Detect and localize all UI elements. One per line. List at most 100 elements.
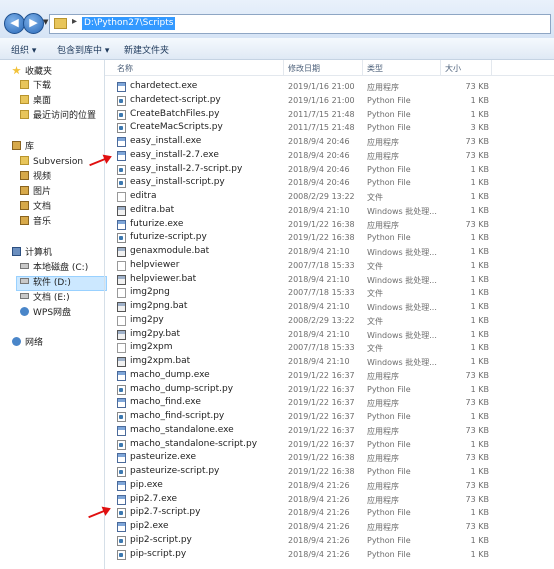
file-size: 73 KB	[465, 480, 489, 490]
file-name: pasteurize.exe	[130, 452, 196, 463]
nav-recent[interactable]: 最近访问的位置	[20, 110, 96, 123]
bat-file-icon	[117, 329, 126, 340]
file-row[interactable]: macho_find.exe 2019/1/22 16:37 应用程序 73 KB	[105, 396, 554, 410]
cloud-drive-icon	[20, 307, 29, 316]
nav-wps[interactable]: WPS网盘	[20, 307, 71, 320]
file-date: 2007/7/18 15:33	[288, 343, 355, 353]
file-row[interactable]: easy_install-2.7.exe 2018/9/4 20:46 应用程序 73…	[105, 149, 554, 163]
file-row[interactable]: img2xpm 2007/7/18 15:33 文件 1 KB	[105, 341, 554, 355]
file-size: 1 KB	[470, 274, 489, 284]
file-row[interactable]: futurize-script.py 2019/1/22 16:38 Python …	[105, 231, 554, 245]
file-row[interactable]: macho_standalone-script.py 2019/1/22 16:3…	[105, 438, 554, 452]
file-row[interactable]: macho_dump-script.py 2019/1/22 16:37 Pytho…	[105, 383, 554, 397]
file-row[interactable]: easy_install.exe 2018/9/4 20:46 应用程序 73 KB	[105, 135, 554, 149]
file-row[interactable]: img2py.bat 2018/9/4 21:10 Windows 批处理... 1 …	[105, 328, 554, 342]
file-size: 1 KB	[470, 357, 489, 366]
address-path-text[interactable]: D:\Python27\Scripts	[82, 17, 176, 30]
nav-drive-e[interactable]: 文档 (E:)	[20, 292, 70, 305]
file-type: 应用程序	[367, 138, 399, 147]
file-type: Windows 批处理...	[367, 330, 437, 340]
organize-button[interactable]: 组织 ▾	[11, 43, 36, 56]
column-header-type[interactable]: 类型	[367, 63, 383, 74]
file-row[interactable]: img2py 2008/2/29 13:22 文件 1 KB	[105, 314, 554, 328]
file-row[interactable]: pasteurize.exe 2019/1/22 16:38 应用程序 73 KB	[105, 451, 554, 465]
nav-videos[interactable]: 视频	[20, 171, 51, 184]
file-type: Python File	[367, 439, 411, 449]
file-row[interactable]: CreateMacScripts.py 2011/7/15 21:48 Python…	[105, 121, 554, 135]
nav-favorites[interactable]: 收藏夹	[12, 66, 52, 79]
exe-file-icon	[117, 494, 126, 505]
file-row[interactable]: CreateBatchFiles.py 2011/7/15 21:48 Python…	[105, 108, 554, 122]
star-icon	[12, 66, 21, 75]
file-row[interactable]: genaxmodule.bat 2018/9/4 21:10 Windows 批处理…	[105, 245, 554, 259]
file-size: 1 KB	[470, 302, 489, 311]
nav-videos-label: 视频	[33, 172, 52, 182]
file-list-pane: 名称 修改日期 类型 大小 chardetect.exe 2019/1/16 21…	[105, 60, 554, 569]
nav-downloads[interactable]: 下载	[20, 80, 51, 93]
nav-subversion[interactable]: Subversion	[20, 156, 83, 169]
file-size: 1 KB	[470, 247, 489, 256]
file-row[interactable]: img2xpm.bat 2018/9/4 21:10 Windows 批处理... 1…	[105, 355, 554, 369]
file-date: 2018/9/4 21:26	[288, 508, 350, 518]
file-row[interactable]: helpviewer.bat 2018/9/4 21:10 Windows 批处理.…	[105, 273, 554, 287]
nav-music[interactable]: 音乐	[20, 216, 51, 229]
file-type: 文件	[367, 316, 383, 326]
new-folder-button[interactable]: 新建文件夹	[124, 43, 169, 56]
file-name: easy_install-2.7.exe	[130, 149, 219, 160]
recent-pages-dropdown[interactable]: ▼	[43, 18, 48, 26]
file-file-icon	[117, 192, 126, 202]
column-separator[interactable]	[362, 60, 363, 75]
file-row[interactable]: helpviewer 2007/7/18 15:33 文件 1 KB	[105, 259, 554, 273]
nav-documents[interactable]: 文档	[20, 201, 51, 214]
nav-libraries[interactable]: 库	[12, 141, 34, 154]
file-name: easy_install.exe	[130, 136, 202, 146]
nav-network[interactable]: 网络	[12, 337, 43, 350]
forward-button[interactable]: ▶	[23, 13, 44, 34]
column-header-size[interactable]: 大小	[445, 63, 461, 74]
column-separator[interactable]	[440, 60, 441, 75]
file-row[interactable]: editra 2008/2/29 13:22 文件 1 KB	[105, 190, 554, 204]
column-separator[interactable]	[283, 60, 284, 75]
nav-drive-d[interactable]: 软件 (D:)	[16, 276, 107, 291]
file-size: 73 KB	[465, 150, 489, 160]
file-file-icon	[117, 288, 126, 299]
file-name: futurize-script.py	[130, 232, 207, 243]
file-name: helpviewer.bat	[130, 273, 197, 284]
file-row[interactable]: macho_find-script.py 2019/1/22 16:37 Pytho…	[105, 410, 554, 424]
file-date: 2019/1/22 16:38	[288, 453, 355, 463]
column-separator[interactable]	[491, 60, 492, 75]
file-row[interactable]: easy_install-script.py 2018/9/4 20:46 Pyth…	[105, 176, 554, 190]
file-row[interactable]: editra.bat 2018/9/4 21:10 Windows 批处理... 1 …	[105, 204, 554, 218]
file-row[interactable]: chardetect-script.py 2019/1/16 21:00 Pytho…	[105, 94, 554, 108]
column-header-date[interactable]: 修改日期	[288, 63, 320, 74]
file-row[interactable]: pip2.7-script.py 2018/9/4 21:26 Python Fil…	[105, 506, 554, 520]
file-row[interactable]: easy_install-2.7-script.py 2018/9/4 20:46…	[105, 163, 554, 177]
column-header-name[interactable]: 名称	[117, 63, 133, 74]
file-row[interactable]: futurize.exe 2019/1/22 16:38 应用程序 73 KB	[105, 218, 554, 232]
back-button[interactable]: ◀	[4, 13, 25, 34]
include-in-library-button[interactable]: 包含到库中 ▾	[57, 43, 109, 56]
file-size: 3 KB	[470, 123, 489, 133]
nav-network-label: 网络	[25, 338, 44, 348]
file-row[interactable]: img2png 2007/7/18 15:33 文件 1 KB	[105, 286, 554, 300]
nav-drive-c[interactable]: 本地磁盘 (C:)	[20, 262, 88, 275]
file-row[interactable]: chardetect.exe 2019/1/16 21:00 应用程序 73 KB	[105, 80, 554, 94]
nav-pictures[interactable]: 图片	[20, 186, 51, 199]
file-row[interactable]: img2png.bat 2018/9/4 21:10 Windows 批处理... 1…	[105, 300, 554, 314]
address-input[interactable]: ▸ D:\Python27\Scripts	[49, 14, 551, 34]
file-row[interactable]: macho_dump.exe 2019/1/22 16:37 应用程序 73 KB	[105, 369, 554, 383]
file-name: pip.exe	[130, 479, 163, 490]
file-row[interactable]: macho_standalone.exe 2019/1/22 16:37 应用程序 7…	[105, 424, 554, 438]
file-row[interactable]: pip.exe 2018/9/4 21:26 应用程序 73 KB	[105, 479, 554, 493]
file-row[interactable]: pip2-script.py 2018/9/4 21:26 Python File 1…	[105, 534, 554, 548]
file-row[interactable]: pasteurize-script.py 2019/1/22 16:38 Pytho…	[105, 465, 554, 479]
nav-desktop[interactable]: 桌面	[20, 95, 51, 108]
nav-computer[interactable]: 计算机	[12, 247, 52, 260]
file-row[interactable]: pip-script.py 2018/9/4 21:26 Python File 1 …	[105, 548, 554, 562]
file-row[interactable]: pip2.7.exe 2018/9/4 21:26 应用程序 73 KB	[105, 493, 554, 507]
file-type: Python File	[367, 508, 411, 518]
py-file-icon	[117, 412, 126, 422]
file-row[interactable]: pip2.exe 2018/9/4 21:26 应用程序 73 KB	[105, 520, 554, 534]
file-size: 73 KB	[465, 219, 489, 229]
file-date: 2011/7/15 21:48	[288, 123, 355, 133]
